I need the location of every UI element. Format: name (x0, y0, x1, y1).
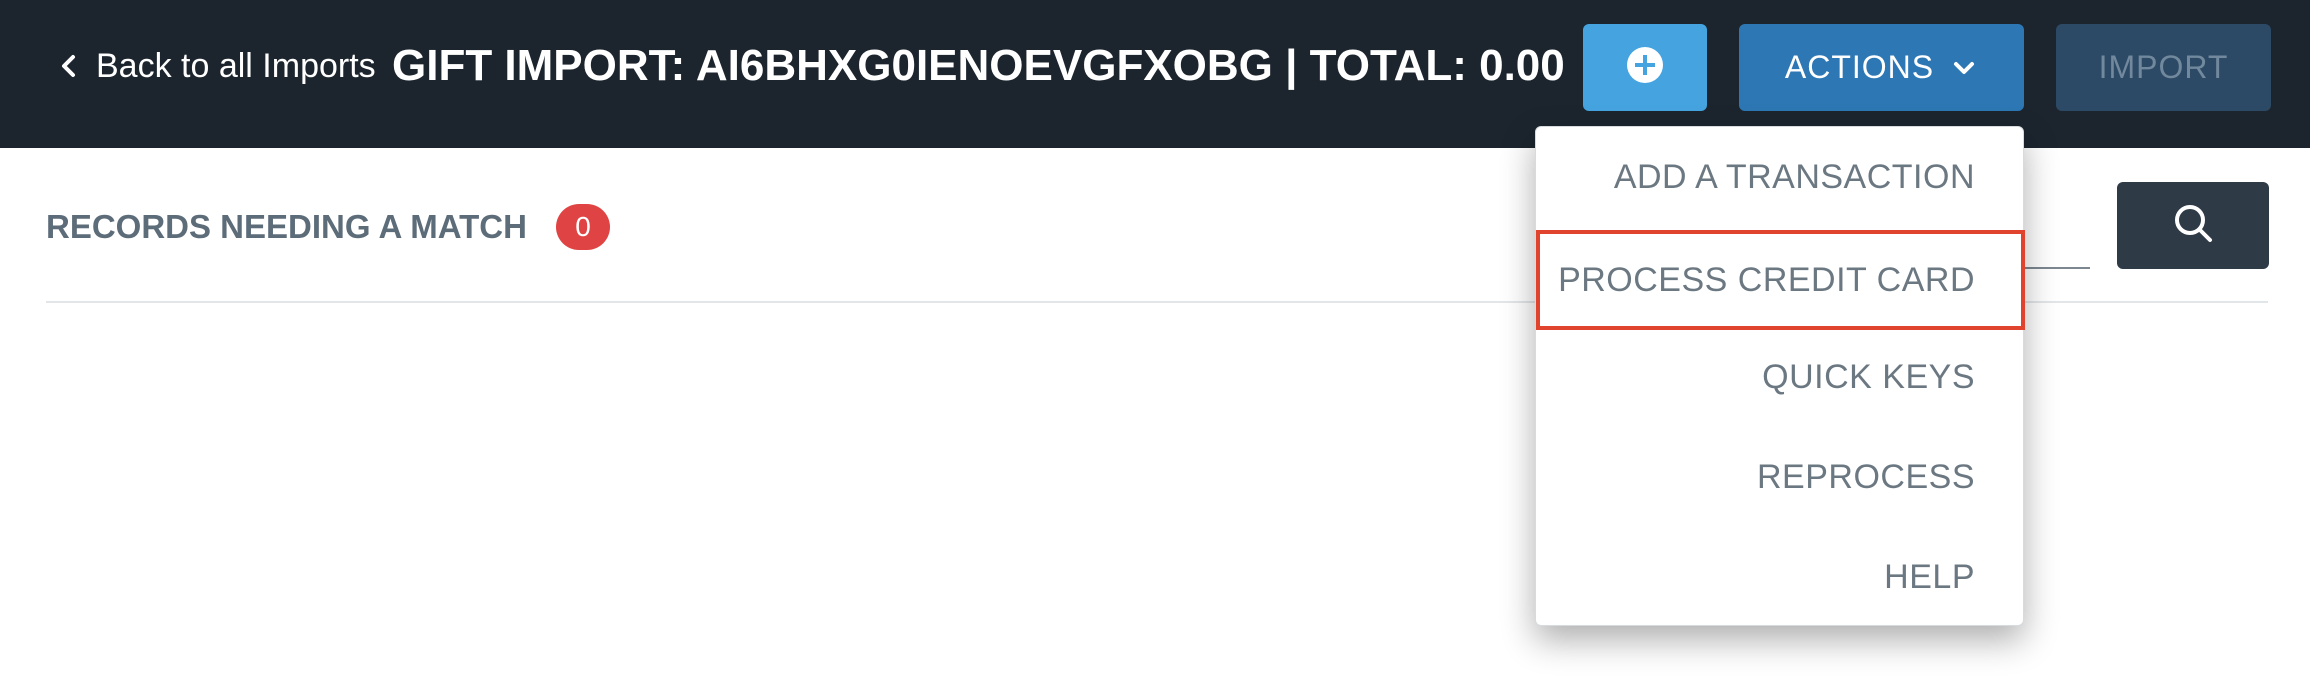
records-needing-match-label: RECORDS NEEDING A MATCH (46, 208, 527, 245)
menu-item-add-transaction[interactable]: ADD A TRANSACTION (1536, 127, 2025, 227)
menu-item-help[interactable]: HELP (1536, 527, 2025, 627)
back-to-imports-link[interactable]: Back to all Imports (52, 40, 376, 92)
actions-dropdown-menu: ADD A TRANSACTION PROCESS CREDIT CARD QU… (1535, 126, 2025, 627)
menu-item-label: ADD A TRANSACTION (1613, 157, 1975, 196)
import-button[interactable]: IMPORT (2056, 24, 2271, 111)
back-link-label: Back to all Imports (96, 46, 376, 85)
menu-item-label: QUICK KEYS (1762, 357, 1975, 396)
actions-button[interactable]: ACTIONS (1739, 24, 2024, 111)
menu-item-label: HELP (1884, 557, 1975, 596)
search-icon (2171, 201, 2215, 250)
plus-circle-icon (1625, 45, 1665, 90)
add-button[interactable] (1583, 24, 1707, 111)
records-count-badge: 0 (556, 204, 610, 250)
search-input-underline[interactable] (2020, 267, 2090, 269)
menu-item-label: PROCESS CREDIT CARD (1558, 260, 1975, 299)
chevron-down-icon (1950, 54, 1978, 82)
menu-item-process-credit-card[interactable]: PROCESS CREDIT CARD (1536, 230, 2025, 330)
actions-button-label: ACTIONS (1784, 49, 1935, 85)
menu-item-label: REPROCESS (1757, 457, 1975, 496)
search-button[interactable] (2117, 182, 2269, 269)
page-title: GIFT IMPORT: AI6BHXG0IENOEVGFXOBG | TOTA… (392, 41, 1565, 90)
menu-item-quick-keys[interactable]: QUICK KEYS (1536, 327, 2025, 427)
import-button-label: IMPORT (2098, 49, 2229, 85)
menu-item-reprocess[interactable]: REPROCESS (1536, 427, 2025, 527)
chevron-left-icon (52, 49, 86, 83)
